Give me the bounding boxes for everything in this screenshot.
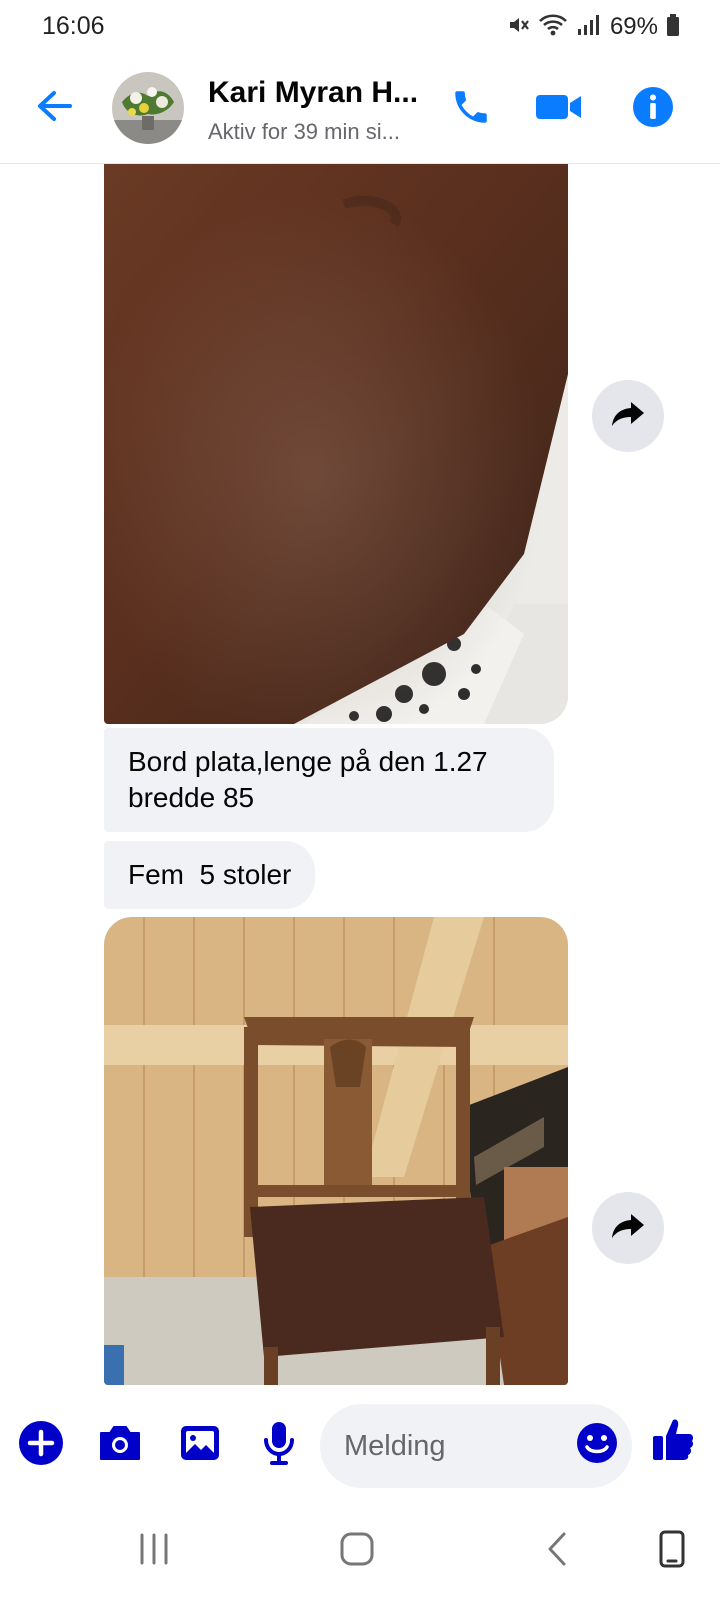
status-time: 16:06 [42, 12, 105, 40]
system-navigation-bar [0, 1500, 720, 1600]
message-text-line: bredde 85 [128, 782, 255, 813]
more-actions-button[interactable] [16, 1420, 66, 1470]
gallery-button[interactable] [175, 1420, 225, 1470]
system-back-button[interactable] [532, 1528, 584, 1574]
wifi-icon [538, 13, 568, 42]
video-camera-icon [534, 89, 584, 130]
microphone-icon [261, 1420, 297, 1471]
contact-name[interactable]: Kari Myran H... [208, 76, 418, 110]
back-arrow-icon [34, 86, 74, 131]
camera-button[interactable] [95, 1420, 145, 1470]
gallery-icon [178, 1423, 222, 1468]
thumbs-up-icon [651, 1416, 695, 1467]
mute-icon [506, 13, 530, 42]
info-icon [631, 85, 675, 134]
audio-call-button[interactable] [444, 82, 498, 136]
message-photo-chair[interactable] [104, 917, 568, 1385]
emoji-button[interactable] [574, 1422, 620, 1468]
camera-icon [97, 1423, 143, 1468]
back-button[interactable] [30, 84, 78, 132]
recent-apps-button[interactable] [128, 1528, 180, 1574]
conversation-header: Kari Myran H... Aktiv for 39 min si... [0, 54, 720, 164]
message-bubble[interactable]: Fem 5 stoler [104, 841, 316, 909]
message-photo-table-top[interactable] [104, 164, 568, 724]
signal-icon [576, 13, 602, 42]
conversation-info-button[interactable] [626, 82, 680, 136]
home-icon [338, 1530, 376, 1573]
avatar[interactable] [112, 72, 184, 144]
like-button[interactable] [648, 1416, 698, 1466]
phone-icon [450, 86, 492, 133]
rotate-screen-button[interactable] [646, 1528, 698, 1574]
battery-percent: 69% [609, 13, 658, 40]
battery-icon [666, 13, 680, 42]
share-button[interactable] [592, 380, 664, 452]
home-button[interactable] [331, 1528, 383, 1574]
message-text: Fem 5 stoler [128, 859, 292, 890]
contact-active-status: Aktiv for 39 min si... [208, 119, 400, 144]
rotate-icon [657, 1529, 687, 1574]
voice-message-button[interactable] [254, 1420, 304, 1470]
recent-apps-icon [134, 1532, 174, 1571]
status-icons: 69% [506, 12, 680, 42]
message-text-line: Bord plata,lenge på den 1.27 [128, 746, 488, 777]
emoji-icon [576, 1422, 618, 1469]
status-bar: 16:06 69% [0, 0, 720, 54]
message-bubble[interactable]: Bord plata,lenge på den 1.27 bredde 85 [104, 728, 554, 832]
plus-icon [18, 1420, 64, 1471]
back-icon [544, 1530, 572, 1573]
share-arrow-icon [609, 398, 647, 435]
share-arrow-icon [609, 1210, 647, 1247]
video-call-button[interactable] [532, 82, 586, 136]
share-button[interactable] [592, 1192, 664, 1264]
message-composer [0, 1390, 720, 1500]
